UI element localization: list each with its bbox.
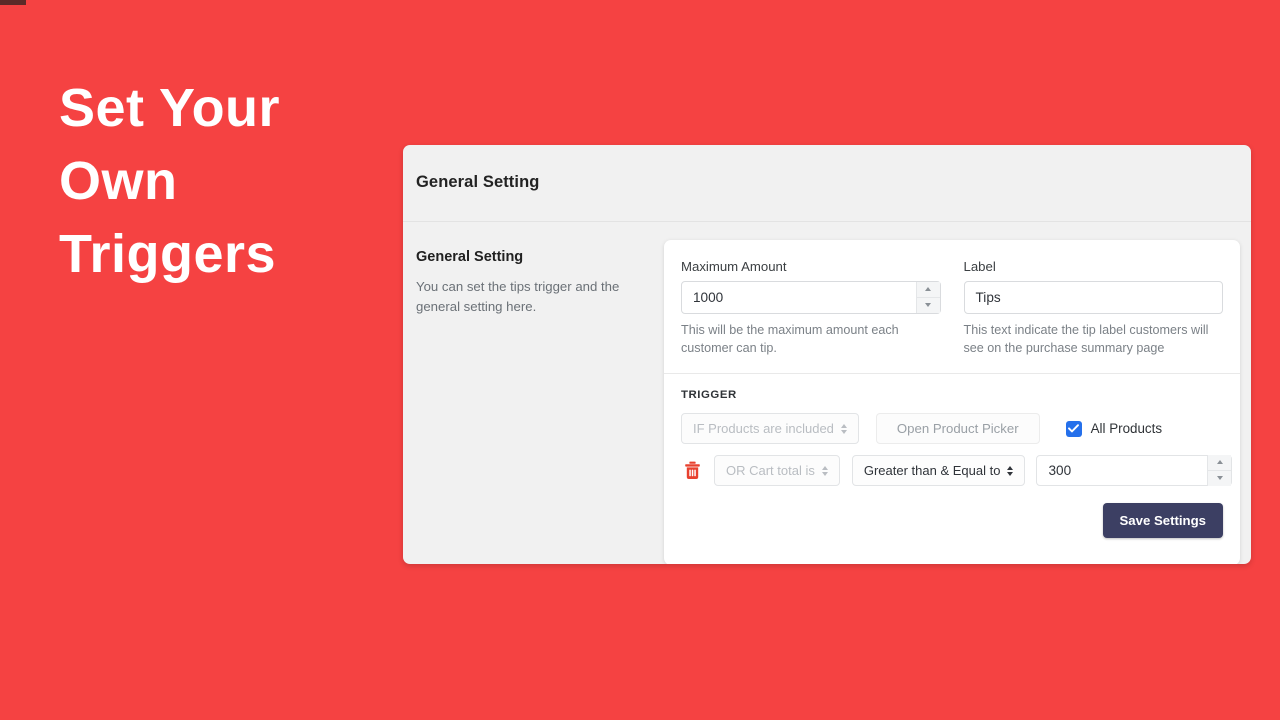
description-column: General Setting You can set the tips tri…	[416, 240, 664, 564]
maximum-amount-label: Maximum Amount	[681, 259, 787, 274]
description-text: You can set the tips trigger and the gen…	[416, 279, 620, 314]
label-field-label: Label	[963, 259, 996, 274]
label-field-group: Label Tips This text indicate the tip la…	[963, 259, 1223, 357]
caret-down-icon	[1216, 476, 1223, 481]
open-product-picker-button[interactable]: Open Product Picker	[875, 413, 1040, 444]
maximum-amount-stepper[interactable]	[915, 282, 940, 313]
save-row: Save Settings	[664, 497, 1240, 538]
trigger-value: 300	[1048, 463, 1072, 478]
trigger-condition-select-2-value: OR Cart total is	[726, 463, 815, 478]
maximum-amount-helper: This will be the maximum amount each cus…	[681, 323, 899, 355]
stepper-down-button[interactable]	[1208, 470, 1232, 486]
trigger-row-2: OR Cart total is Greater than & Equal to…	[681, 455, 1233, 486]
save-settings-label: Save Settings	[1119, 513, 1207, 528]
chevron-updown-icon	[840, 423, 847, 434]
caret-up-icon	[925, 287, 931, 292]
caret-down-icon	[925, 303, 931, 308]
headline-line-3: Triggers	[59, 224, 277, 284]
check-icon	[1068, 424, 1080, 433]
open-product-picker-label: Open Product Picker	[896, 421, 1019, 436]
trigger-condition-select-2[interactable]: OR Cart total is	[714, 455, 840, 486]
page-title: General Setting	[416, 173, 540, 191]
caret-up-icon	[1216, 460, 1223, 465]
headline-line-1: Set Your	[59, 78, 281, 138]
page-headline: Set Your Own Triggers	[59, 72, 389, 291]
panel-body: General Setting You can set the tips tri…	[403, 222, 1251, 564]
trash-icon	[684, 461, 700, 479]
trigger-section: TRIGGER IF Products are included Open Pr…	[664, 374, 1240, 486]
maximum-amount-input[interactable]: 1000	[681, 281, 941, 314]
delete-trigger-button[interactable]	[681, 460, 703, 482]
trigger-operator-select-value: Greater than & Equal to	[863, 463, 1001, 478]
chevron-updown-icon	[1007, 465, 1014, 476]
corner-artifact	[0, 0, 26, 5]
general-setting-panel: General Setting General Setting You can …	[403, 145, 1251, 564]
all-products-checkbox[interactable]	[1065, 420, 1082, 437]
maximum-amount-group: Maximum Amount 1000 This will be the max…	[681, 259, 941, 357]
trigger-row-1: IF Products are included Open Product Pi…	[681, 413, 1223, 444]
label-field-helper: This text indicate the tip label custome…	[963, 323, 1209, 355]
headline-line-2: Own	[59, 151, 178, 211]
trigger-operator-select[interactable]: Greater than & Equal to	[851, 455, 1026, 486]
stepper-up-button[interactable]	[1208, 455, 1232, 471]
all-products-label: All Products	[1090, 421, 1163, 436]
maximum-amount-value: 1000	[693, 290, 724, 305]
stepper-up-button[interactable]	[916, 282, 940, 298]
trigger-heading: TRIGGER	[681, 389, 737, 401]
trigger-condition-select-1[interactable]: IF Products are included	[681, 413, 859, 444]
save-settings-button[interactable]: Save Settings	[1102, 503, 1223, 538]
trigger-value-stepper[interactable]	[1207, 455, 1232, 486]
stepper-down-button[interactable]	[916, 297, 940, 313]
chevron-updown-icon	[821, 465, 828, 476]
panel-header: General Setting	[403, 145, 1251, 222]
trigger-value-input[interactable]: 300	[1036, 455, 1233, 486]
trigger-condition-select-1-value: IF Products are included	[693, 421, 834, 436]
description-title: General Setting	[416, 249, 524, 265]
settings-card: Maximum Amount 1000 This will be the max…	[664, 240, 1240, 564]
label-field-input[interactable]: Tips	[963, 281, 1223, 314]
all-products-checkbox-wrap[interactable]: All Products	[1065, 420, 1163, 437]
label-field-value: Tips	[975, 290, 1001, 305]
fields-section: Maximum Amount 1000 This will be the max…	[664, 240, 1240, 374]
